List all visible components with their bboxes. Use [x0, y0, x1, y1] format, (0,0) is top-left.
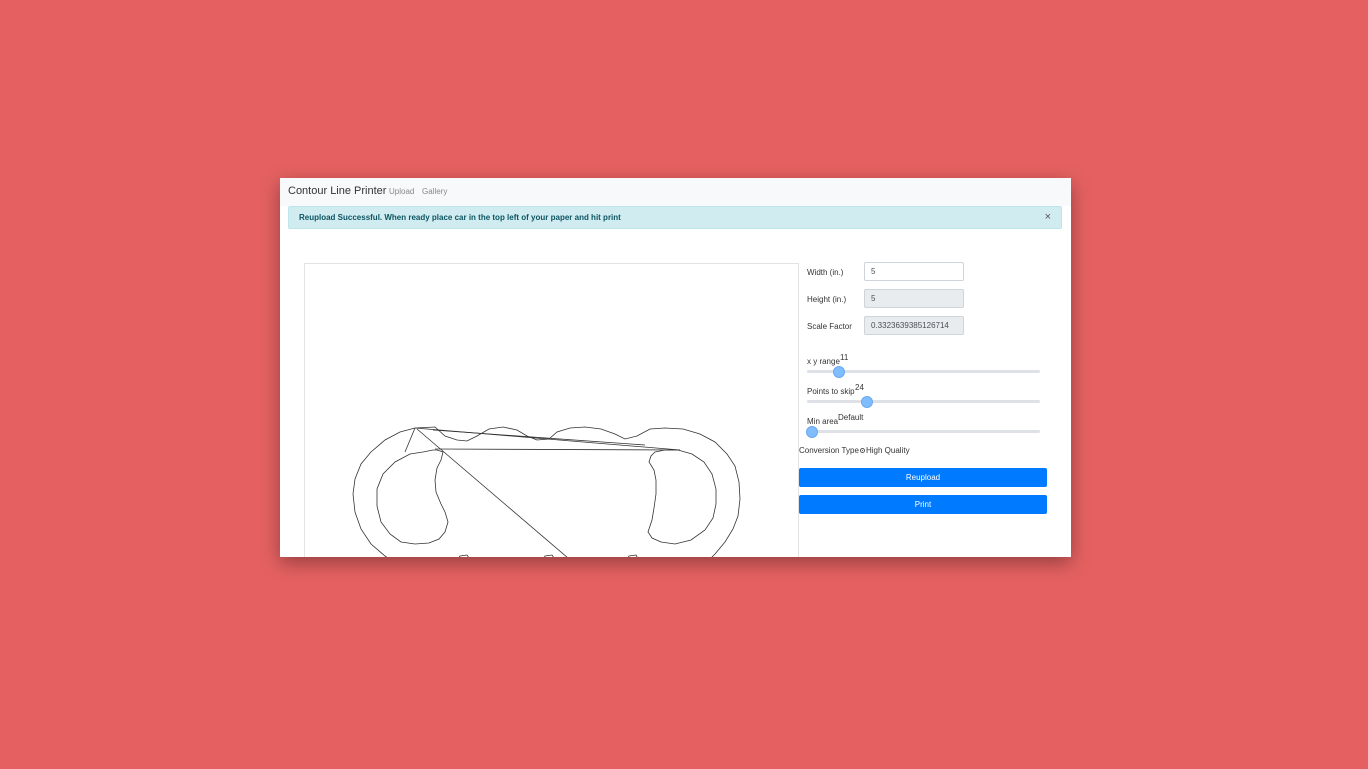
conversion-type-label: Conversion Type	[799, 446, 859, 455]
high-quality-radio-label[interactable]: High Quality	[866, 446, 910, 455]
reupload-button[interactable]: Reupload	[799, 468, 1047, 487]
min-area-label: Min area	[807, 417, 839, 426]
xy-range-slider-thumb[interactable]	[833, 366, 845, 378]
scale-factor-label: Scale Factor	[807, 322, 852, 331]
xy-range-label: x y range	[807, 357, 840, 366]
contour-drawing	[352, 426, 741, 557]
print-button[interactable]: Print	[799, 495, 1047, 514]
min-area-value: Default	[838, 413, 864, 422]
height-input[interactable]	[864, 289, 964, 308]
points-to-skip-value: 24	[855, 383, 864, 392]
nav-link-upload[interactable]: Upload	[389, 187, 414, 196]
min-area-slider-thumb[interactable]	[806, 426, 818, 438]
min-area-slider[interactable]	[807, 430, 1040, 433]
nav-link-gallery[interactable]: Gallery	[422, 187, 447, 196]
height-label: Height (in.)	[807, 295, 847, 304]
app-window: Contour Line Printer Upload Gallery Reup…	[280, 178, 1071, 557]
width-label: Width (in.)	[807, 268, 844, 277]
success-alert: Reupload Successful. When ready place ca…	[288, 206, 1062, 229]
close-icon[interactable]: ×	[1045, 211, 1051, 223]
points-to-skip-slider-thumb[interactable]	[861, 396, 873, 408]
high-quality-radio[interactable]	[860, 448, 865, 453]
alert-message: Reupload Successful. When ready place ca…	[299, 213, 621, 222]
points-to-skip-label: Points to skip	[807, 387, 855, 396]
scale-factor-input[interactable]	[864, 316, 964, 335]
width-input[interactable]	[864, 262, 964, 281]
points-to-skip-slider[interactable]	[807, 400, 1040, 403]
navbar: Contour Line Printer Upload Gallery	[280, 178, 1071, 206]
brand-title[interactable]: Contour Line Printer	[288, 185, 386, 197]
xy-range-value: 11	[840, 353, 849, 362]
contour-preview-canvas	[304, 263, 799, 557]
